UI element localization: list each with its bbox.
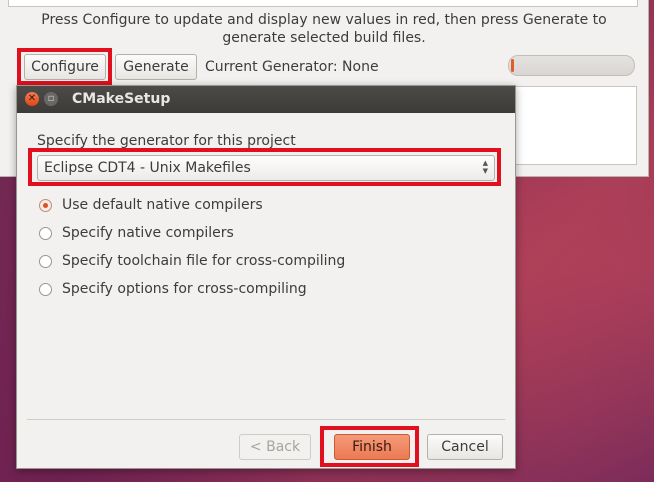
generator-select[interactable]: Eclipse CDT4 - Unix Makefiles ▲ ▼ — [37, 155, 495, 181]
configure-button-label: Configure — [31, 59, 99, 75]
progress-bar — [508, 55, 635, 76]
finish-button[interactable]: Finish — [334, 434, 410, 460]
variables-table-edge — [8, 0, 638, 7]
dialog-title: CMakeSetup — [72, 91, 171, 107]
generate-button-label: Generate — [123, 59, 189, 75]
back-button-label: < Back — [249, 439, 301, 455]
output-log[interactable] — [514, 86, 637, 165]
generator-prompt: Specify the generator for this project — [37, 133, 296, 149]
radio-unchecked-icon[interactable] — [39, 226, 52, 240]
radio-label: Use default native compilers — [62, 197, 263, 213]
dialog-titlebar[interactable]: ✕ ▫ CMakeSetup — [17, 86, 515, 113]
radio-label: Specify options for cross-compiling — [62, 281, 307, 297]
close-icon[interactable]: ✕ — [25, 92, 39, 106]
current-generator-label: Current Generator: None — [205, 59, 379, 75]
radio-unchecked-icon[interactable] — [39, 282, 52, 296]
configure-button[interactable]: Configure — [24, 54, 106, 80]
updown-arrows-icon: ▲ ▼ — [482, 159, 488, 175]
generator-select-value: Eclipse CDT4 - Unix Makefiles — [44, 160, 251, 176]
minimize-icon[interactable]: ▫ — [44, 92, 58, 106]
cancel-button-label: Cancel — [441, 439, 489, 455]
cancel-button[interactable]: Cancel — [427, 434, 503, 460]
radio-unchecked-icon[interactable] — [39, 254, 52, 268]
button-separator — [27, 419, 505, 420]
radio-toolchain-file[interactable]: Specify toolchain file for cross-compili… — [39, 251, 345, 271]
cmake-setup-dialog: ✕ ▫ CMakeSetup Specify the generator for… — [16, 85, 516, 469]
radio-label: Specify toolchain file for cross-compili… — [62, 253, 346, 269]
radio-cross-compiling-options[interactable]: Specify options for cross-compiling — [39, 279, 307, 299]
radio-default-compilers[interactable]: Use default native compilers — [39, 195, 263, 215]
back-button[interactable]: < Back — [239, 434, 311, 460]
instructions-text: Press Configure to update and display ne… — [41, 12, 607, 46]
progress-fill — [511, 59, 514, 72]
radio-label: Specify native compilers — [62, 225, 234, 241]
generate-button[interactable]: Generate — [115, 54, 197, 80]
radio-checked-icon[interactable] — [39, 198, 52, 212]
radio-native-compilers[interactable]: Specify native compilers — [39, 223, 234, 243]
finish-button-label: Finish — [352, 439, 392, 455]
